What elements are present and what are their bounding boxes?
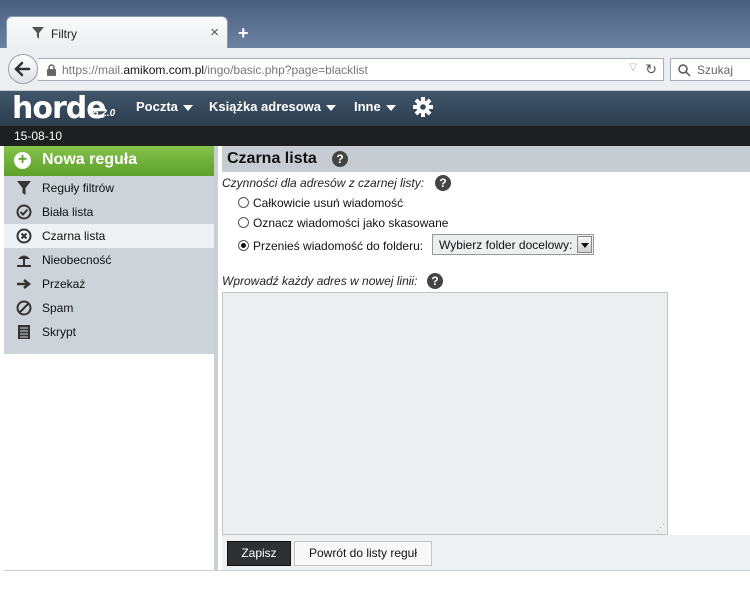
filter-icon	[32, 27, 44, 39]
sidebar-item-script[interactable]: Skrypt	[4, 320, 214, 344]
address-bar[interactable]: https://mail.amikom.com.pl/ingo/basic.ph…	[38, 58, 664, 81]
script-icon	[18, 325, 30, 339]
back-button[interactable]	[8, 54, 38, 84]
page-header: Czarna lista ?	[222, 146, 750, 172]
current-date: 15-08-10	[14, 129, 63, 143]
folder-select[interactable]: Wybierz folder docelowy:	[432, 234, 594, 255]
lock-icon	[47, 64, 56, 76]
back-arrow-icon	[14, 61, 31, 77]
new-rule-button[interactable]: + Nowa reguła	[4, 146, 214, 176]
sidebar-item-rules[interactable]: Reguły filtrów	[4, 176, 214, 200]
sidebar-item-label: Nieobecność	[42, 253, 112, 267]
sidebar-item-whitelist[interactable]: Biała lista	[4, 200, 214, 224]
radio-mark-deleted[interactable]	[238, 217, 249, 228]
chevron-down-icon	[182, 104, 193, 111]
help-icon[interactable]: ?	[332, 151, 348, 167]
address-textarea[interactable]: ⋰	[222, 292, 668, 535]
browser-nav-bar: https://mail.amikom.com.pl/ingo/basic.ph…	[0, 48, 750, 91]
sidebar-item-label: Spam	[42, 301, 74, 315]
help-icon[interactable]: ?	[427, 273, 443, 289]
tab-close-icon[interactable]: ×	[210, 24, 219, 41]
plus-icon: +	[14, 152, 31, 169]
filter-icon	[17, 181, 31, 195]
button-bar: Zapisz Powrót do listy reguł	[222, 535, 750, 570]
chevron-down-icon	[385, 104, 396, 111]
radio-move-to-folder-label: Przenieś wiadomość do folderu:	[253, 239, 424, 253]
radio-delete-label: Całkowicie usuń wiadomość	[253, 196, 404, 210]
radio-move-to-folder[interactable]	[238, 240, 249, 251]
actions-label: Czynności dla adresów z czarnej listy:	[222, 176, 425, 190]
sidebar-item-label: Przekaż	[42, 277, 86, 291]
x-circle-icon	[16, 228, 32, 244]
address-label: Wprowadź każdy adres w nowej linii:	[222, 274, 418, 288]
sidebar-item-label: Biała lista	[42, 205, 94, 219]
new-rule-label: Nowa reguła	[42, 151, 138, 168]
resize-grip-icon[interactable]: ⋰	[656, 522, 665, 533]
horde-logo[interactable]: horde	[12, 91, 107, 126]
search-icon	[678, 64, 691, 77]
main-content: Czarna lista ? Czynności dla adresów z c…	[218, 146, 750, 570]
radio-delete[interactable]	[238, 197, 249, 208]
no-entry-icon	[16, 300, 32, 316]
sidebar-item-spam[interactable]: Spam	[4, 296, 214, 320]
search-placeholder: Szukaj	[697, 63, 734, 77]
sidebar: + Nowa reguła Reguły filtrów Biała lista…	[4, 146, 214, 570]
chevron-down-icon	[577, 236, 592, 253]
folder-select-value: Wybierz folder docelowy:	[439, 238, 573, 252]
forward-arrow-icon	[17, 279, 32, 289]
horde-version: 5.2.0	[93, 108, 116, 119]
menu-ksiazka-adresowa[interactable]: Książka adresowa	[209, 99, 337, 114]
search-input[interactable]: Szukaj	[670, 58, 750, 81]
menu-inne[interactable]: Inne	[354, 99, 396, 114]
bottom-divider	[4, 570, 750, 571]
gear-icon[interactable]	[412, 96, 434, 118]
sidebar-item-label: Reguły filtrów	[42, 181, 115, 195]
check-circle-icon	[16, 204, 32, 220]
horde-header: horde 5.2.0 Poczta Książka adresowa Inne	[0, 91, 750, 126]
vacation-icon	[17, 255, 31, 267]
page-title: Czarna lista	[227, 150, 317, 167]
sidebar-item-label: Czarna lista	[42, 229, 106, 243]
new-tab-button[interactable]: +	[238, 24, 249, 42]
reload-icon[interactable]: ↻	[645, 61, 657, 78]
date-bar: 15-08-10	[0, 126, 750, 146]
sidebar-item-blacklist[interactable]: Czarna lista	[4, 224, 214, 248]
sidebar-item-vacation[interactable]: Nieobecność	[4, 248, 214, 272]
chevron-down-icon	[326, 104, 337, 111]
radio-mark-deleted-label: Oznacz wiadomości jako skasowane	[253, 216, 449, 230]
sidebar-item-label: Skrypt	[42, 325, 77, 339]
menu-poczta[interactable]: Poczta	[136, 99, 193, 114]
back-to-rules-button[interactable]: Powrót do listy reguł	[294, 541, 432, 566]
dropdown-arrow-icon[interactable]: ▽	[629, 62, 637, 73]
save-button[interactable]: Zapisz	[227, 541, 291, 566]
tab-title: Filtry	[51, 27, 77, 41]
browser-tab-strip: Filtry × +	[0, 0, 750, 48]
url-text: https://mail.amikom.com.pl/ingo/basic.ph…	[62, 63, 368, 77]
help-icon[interactable]: ?	[435, 175, 451, 191]
sidebar-item-forward[interactable]: Przekaż	[4, 272, 214, 296]
browser-tab[interactable]: Filtry ×	[6, 16, 228, 48]
